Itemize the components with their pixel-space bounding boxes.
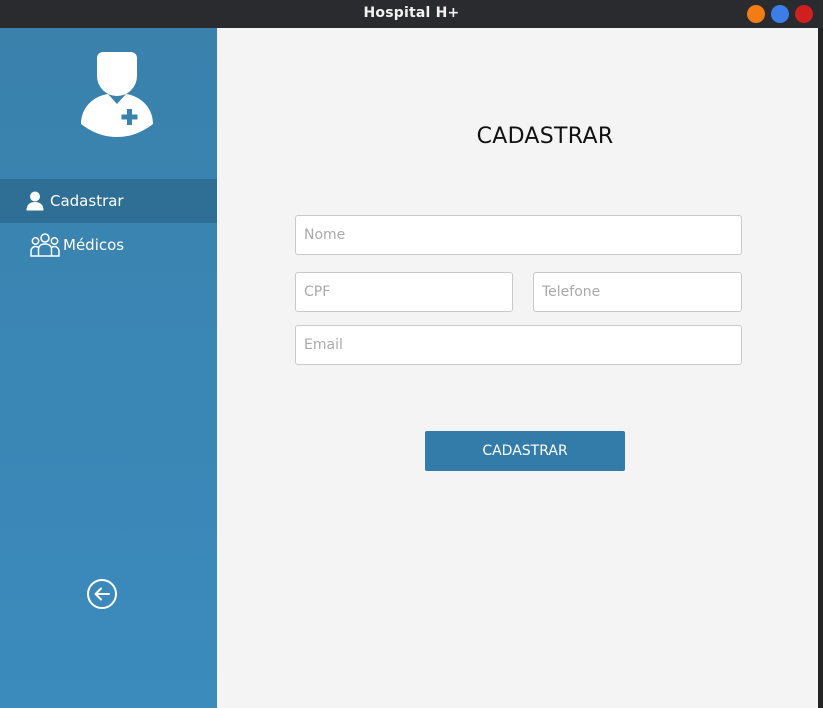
- minimize-button[interactable]: [747, 5, 765, 23]
- page-title: CADASTRAR: [476, 124, 614, 149]
- sidebar: Cadastrar Médicos: [0, 28, 217, 708]
- user-icon: [26, 179, 44, 223]
- main-panel: CADASTRAR CADASTRAR: [217, 28, 818, 708]
- email-input[interactable]: [295, 325, 742, 365]
- group-icon: [30, 223, 60, 267]
- sidebar-item-cadastrar[interactable]: Cadastrar: [0, 179, 217, 223]
- close-button[interactable]: [795, 5, 813, 23]
- cadastrar-button[interactable]: CADASTRAR: [425, 431, 625, 471]
- sidebar-item-label: Cadastrar: [50, 192, 124, 210]
- sidebar-item-medicos[interactable]: Médicos: [0, 223, 217, 267]
- window-border: [818, 28, 823, 708]
- arrow-left-circle-icon[interactable]: [86, 578, 118, 610]
- cpf-input[interactable]: [295, 272, 513, 312]
- maximize-button[interactable]: [771, 5, 789, 23]
- nome-input[interactable]: [295, 215, 742, 255]
- telefone-input[interactable]: [533, 272, 742, 312]
- title-bar[interactable]: Hospital H+: [0, 0, 823, 28]
- window-title: Hospital H+: [363, 5, 460, 21]
- doctor-avatar-icon: [81, 52, 153, 137]
- sidebar-item-label: Médicos: [63, 236, 125, 254]
- app-window: Hospital H+ Cadastrar Médicos CADASTRAR …: [0, 0, 823, 708]
